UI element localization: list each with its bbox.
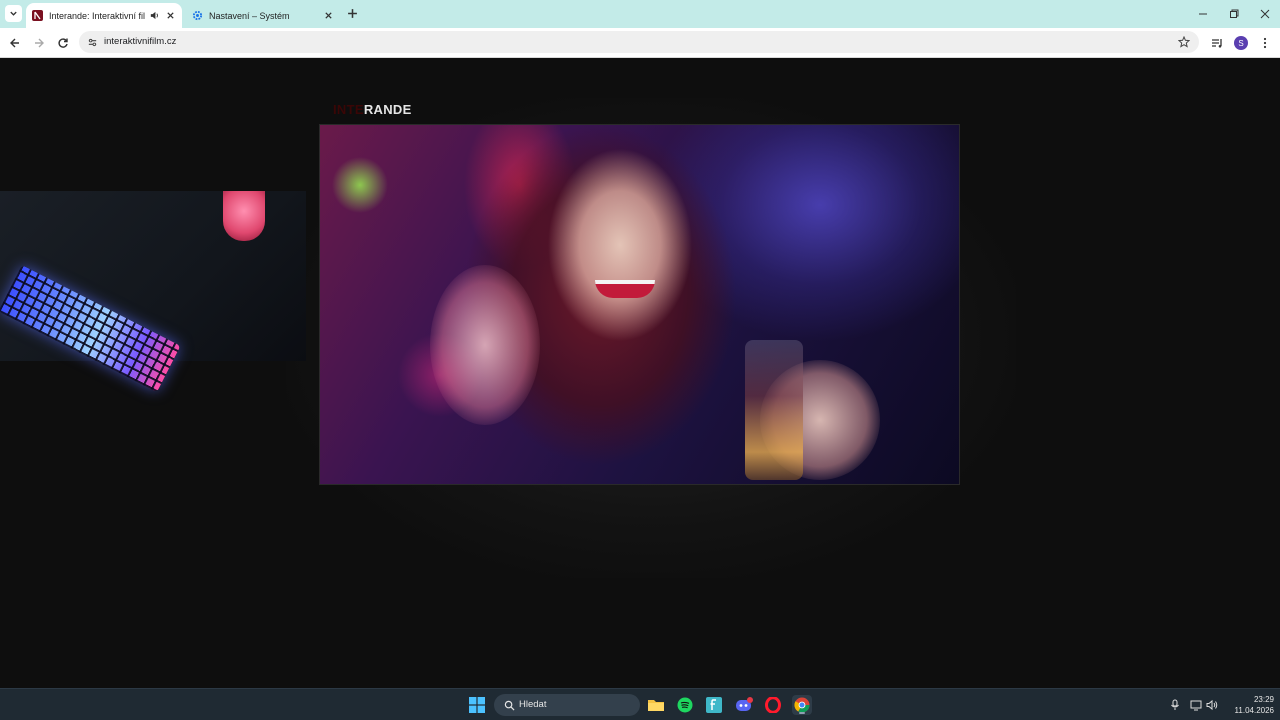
more-vertical-icon bbox=[1263, 37, 1267, 49]
minimize-button[interactable] bbox=[1194, 5, 1212, 23]
plus-icon bbox=[348, 9, 357, 18]
site-logo[interactable]: INTERANDE bbox=[333, 102, 412, 117]
folder-icon bbox=[648, 700, 664, 711]
search-placeholder: Hledat bbox=[519, 699, 547, 710]
video-frame-detail bbox=[745, 340, 803, 480]
restore-icon bbox=[1230, 9, 1239, 18]
close-window-button[interactable] bbox=[1256, 5, 1274, 23]
back-button[interactable] bbox=[6, 34, 24, 52]
taskbar-search[interactable]: Hledat bbox=[494, 694, 640, 716]
discord-button[interactable] bbox=[734, 695, 754, 715]
start-button[interactable] bbox=[467, 695, 487, 715]
file-explorer-button[interactable] bbox=[646, 695, 666, 715]
microphone-icon[interactable] bbox=[1168, 698, 1182, 712]
video-frame-detail bbox=[595, 280, 655, 298]
search-icon bbox=[502, 698, 516, 712]
page-content: INTERANDE bbox=[0, 58, 1280, 688]
close-icon bbox=[1260, 9, 1270, 19]
opera-button[interactable] bbox=[763, 695, 783, 715]
site-info-icon[interactable] bbox=[85, 35, 99, 49]
tab-search-button[interactable] bbox=[5, 5, 22, 22]
spotify-icon bbox=[677, 697, 693, 713]
tab-title: Interande: Interaktivní film bbox=[49, 10, 145, 21]
logo-prefix: INTE bbox=[333, 102, 364, 117]
browser-menu-button[interactable] bbox=[1256, 34, 1274, 52]
close-tab-icon[interactable] bbox=[164, 10, 176, 22]
windows-taskbar: Hledat 23:29 11.04.2026 bbox=[0, 688, 1280, 720]
restore-button[interactable] bbox=[1225, 5, 1243, 23]
clock-time: 23:29 bbox=[1253, 695, 1274, 704]
close-tab-icon[interactable] bbox=[322, 10, 334, 22]
arrow-left-icon bbox=[10, 38, 19, 48]
discord-icon bbox=[736, 697, 753, 711]
app-f-icon bbox=[706, 697, 722, 713]
chrome-button[interactable] bbox=[792, 695, 812, 715]
media-queue-icon bbox=[1212, 39, 1222, 48]
video-frame-detail bbox=[430, 265, 540, 425]
tab-settings[interactable]: Nastavení – Systém bbox=[184, 3, 342, 28]
tab-title: Nastavení – Systém bbox=[209, 10, 290, 21]
browser-toolbar: interaktivnifilm.cz S bbox=[0, 28, 1280, 58]
chevron-down-icon bbox=[10, 11, 17, 16]
new-tab-button[interactable] bbox=[345, 6, 360, 21]
bookmark-star-icon[interactable] bbox=[1177, 35, 1191, 49]
logo-main: RANDE bbox=[363, 102, 412, 117]
avatar: S bbox=[1234, 36, 1248, 50]
address-bar[interactable]: interaktivnifilm.cz bbox=[79, 31, 1199, 53]
tab-interande[interactable]: Interande: Interaktivní film bbox=[26, 3, 182, 28]
rgb-keyboard-image bbox=[0, 265, 181, 393]
windows-logo-icon bbox=[469, 697, 485, 713]
active-app-indicator bbox=[799, 712, 805, 714]
profile-button[interactable]: S bbox=[1232, 34, 1250, 52]
speaker-icon[interactable] bbox=[148, 10, 160, 22]
reload-icon bbox=[58, 38, 68, 48]
media-control-button[interactable] bbox=[1208, 34, 1226, 52]
tab-strip: Interande: Interaktivní film Nastavení –… bbox=[0, 0, 1280, 28]
volume-icon[interactable] bbox=[1205, 698, 1219, 712]
gear-icon bbox=[192, 10, 203, 21]
reload-button[interactable] bbox=[54, 34, 72, 52]
network-icon[interactable] bbox=[1189, 698, 1203, 712]
app-f-button[interactable] bbox=[704, 695, 724, 715]
chrome-icon bbox=[794, 697, 810, 713]
interactive-video-player[interactable] bbox=[319, 124, 960, 485]
webcam-overlay bbox=[0, 191, 306, 393]
clock-date: 11.04.2026 bbox=[1234, 706, 1274, 715]
url-text: interaktivnifilm.cz bbox=[104, 36, 177, 47]
arrow-right-icon bbox=[35, 38, 44, 48]
spotify-button[interactable] bbox=[675, 695, 695, 715]
forward-button[interactable] bbox=[30, 34, 48, 52]
system-clock[interactable]: 23:29 11.04.2026 bbox=[1220, 694, 1274, 716]
cup-image bbox=[223, 191, 265, 241]
minimize-icon bbox=[1199, 13, 1207, 15]
opera-icon bbox=[765, 697, 781, 713]
interande-favicon-icon bbox=[32, 10, 43, 21]
